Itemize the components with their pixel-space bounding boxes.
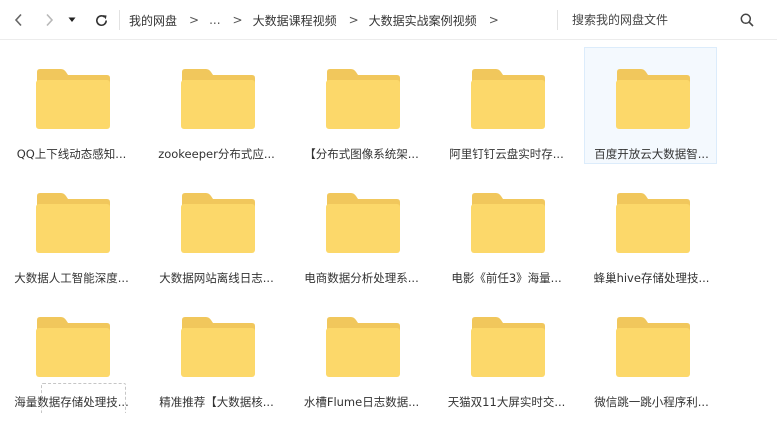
folder-label: 大数据网站离线日志... — [159, 271, 274, 285]
folder-label: 电商数据分析处理系... — [304, 271, 419, 285]
folder-item[interactable]: 天猫双11大屏实时交... — [439, 295, 572, 412]
folder-label: 天猫双11大屏实时交... — [447, 395, 566, 409]
breadcrumb-level1[interactable]: 大数据课程视频 — [253, 12, 337, 29]
folder-icon — [36, 69, 110, 129]
chevron-left-icon — [14, 13, 22, 27]
folder-label: 水槽Flume日志数据... — [303, 395, 420, 409]
folder-item[interactable]: 电商数据分析处理系... — [294, 171, 427, 288]
folder-label: 蜂巢hive存储处理技... — [593, 271, 710, 285]
refresh-icon — [95, 14, 107, 26]
folder-item[interactable]: QQ上下线动态感知... — [4, 47, 137, 164]
folder-label: 阿里钉钉云盘实时存... — [449, 147, 564, 161]
folder-label: 电影《前任3》海量... — [451, 271, 562, 285]
folder-icon — [326, 317, 400, 377]
breadcrumb-ellipsis[interactable]: ... — [209, 13, 220, 27]
forward-button[interactable] — [38, 9, 60, 31]
folder-item[interactable]: 水槽Flume日志数据... — [294, 295, 427, 412]
folder-item[interactable]: 精准推荐【大数据核... — [149, 295, 282, 412]
partial-folder-placeholder — [41, 383, 126, 413]
folder-icon — [181, 193, 255, 253]
history-dropdown-button[interactable] — [62, 9, 82, 31]
folder-icon — [471, 193, 545, 253]
folder-item[interactable]: 微信跳一跳小程序利... — [584, 295, 717, 412]
breadcrumb-separator: > — [189, 13, 200, 27]
folder-label: 微信跳一跳小程序利... — [594, 395, 709, 409]
breadcrumb-separator: > — [488, 13, 499, 27]
folder-label: zookeeper分布式应... — [158, 147, 275, 161]
folder-item[interactable]: 百度开放云大数据智... — [584, 47, 717, 164]
breadcrumb-divider — [119, 10, 120, 30]
breadcrumb-root[interactable]: 我的网盘 — [129, 12, 177, 29]
folder-icon — [616, 69, 690, 129]
folder-icon — [616, 317, 690, 377]
folder-item[interactable]: 电影《前任3》海量... — [439, 171, 572, 288]
folder-icon — [181, 317, 255, 377]
folder-item[interactable]: 大数据网站离线日志... — [149, 171, 282, 288]
folder-label: 百度开放云大数据智... — [594, 147, 709, 161]
back-button[interactable] — [8, 9, 30, 31]
search-button[interactable] — [737, 10, 757, 30]
folder-icon — [36, 193, 110, 253]
breadcrumb: 我的网盘 > ... > 大数据课程视频 > 大数据实战案例视频 > — [129, 0, 509, 40]
folder-item[interactable]: 阿里钉钉云盘实时存... — [439, 47, 572, 164]
toolbar: 我的网盘 > ... > 大数据课程视频 > 大数据实战案例视频 > — [0, 0, 777, 40]
folder-icon — [326, 69, 400, 129]
folder-icon — [326, 193, 400, 253]
search-divider — [557, 10, 558, 30]
folder-item[interactable]: 蜂巢hive存储处理技... — [584, 171, 717, 288]
folder-icon — [181, 69, 255, 129]
folder-item[interactable]: zookeeper分布式应... — [149, 47, 282, 164]
folder-item[interactable]: 【分布式图像系统架... — [294, 47, 427, 164]
search-input[interactable] — [566, 10, 736, 30]
magnifier-icon — [740, 13, 754, 27]
folder-label: QQ上下线动态感知... — [16, 147, 127, 161]
folder-icon — [471, 69, 545, 129]
refresh-button[interactable] — [90, 9, 112, 31]
folder-icon — [36, 317, 110, 377]
folder-label: 【分布式图像系统架... — [304, 147, 419, 161]
folder-icon — [616, 193, 690, 253]
breadcrumb-separator: > — [232, 13, 243, 27]
chevron-right-icon — [46, 13, 54, 27]
caret-down-icon — [68, 17, 76, 22]
breadcrumb-level2[interactable]: 大数据实战案例视频 — [369, 12, 477, 29]
folder-label: 精准推荐【大数据核... — [159, 395, 274, 409]
folder-label: 大数据人工智能深度... — [14, 271, 129, 285]
breadcrumb-separator: > — [348, 13, 359, 27]
folder-icon — [471, 317, 545, 377]
folder-item[interactable]: 大数据人工智能深度... — [4, 171, 137, 288]
